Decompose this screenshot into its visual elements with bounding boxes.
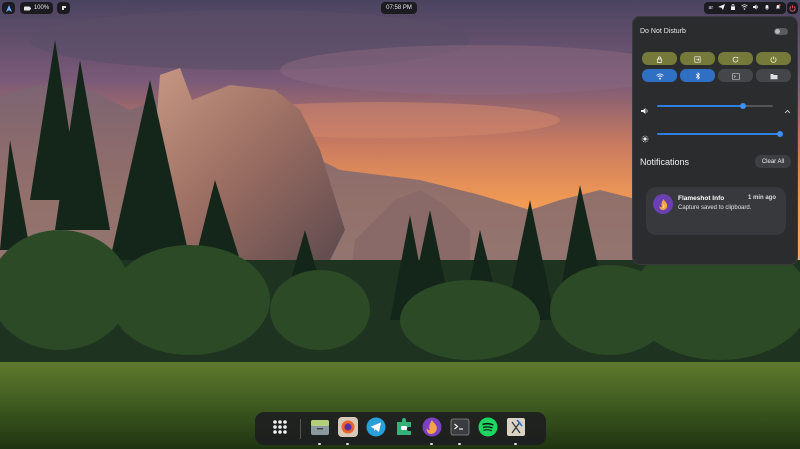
dock-telegram[interactable] <box>365 417 387 442</box>
notification-card[interactable]: Flameshot Info 1 min ago Capture saved t… <box>646 187 786 235</box>
wifi-toggle[interactable] <box>642 69 677 82</box>
volume-knob[interactable] <box>740 102 746 109</box>
terminal-icon <box>731 67 740 85</box>
brightness-knob[interactable] <box>777 130 783 137</box>
xournal-icon <box>506 417 526 442</box>
brightness-track-filled <box>657 133 779 135</box>
notification-time: 1 min ago <box>747 195 776 201</box>
power-menu-button[interactable] <box>787 2 798 14</box>
battery-indicator[interactable]: 100% <box>20 2 53 14</box>
terminal-icon <box>450 417 470 442</box>
dock-spotify[interactable] <box>477 417 499 442</box>
dock-extension-manager[interactable] <box>393 417 415 442</box>
dnd-row: Do Not Disturb <box>640 25 790 37</box>
bluetooth-toggle[interactable] <box>680 69 715 82</box>
volume-track-rest <box>743 105 773 107</box>
system-status-area[interactable]: ar <box>703 2 786 14</box>
bluetooth-icon <box>695 67 701 85</box>
logout-button[interactable] <box>680 52 715 65</box>
spotify-icon <box>478 417 498 442</box>
activities-button[interactable] <box>2 2 15 14</box>
top-bar: 100% 07:58 PM ar <box>0 0 800 15</box>
dock-xournal[interactable] <box>505 417 527 445</box>
dock-files[interactable] <box>309 417 331 445</box>
firefox-icon <box>338 416 358 442</box>
battery-percentage: 100% <box>33 5 50 11</box>
clock-label: 07:58 PM <box>386 5 412 11</box>
lock-button[interactable] <box>642 52 677 65</box>
wifi-icon <box>655 67 664 85</box>
volume-slider[interactable] <box>641 101 791 114</box>
wifi-icon <box>741 4 748 12</box>
brightness-icon <box>641 130 649 148</box>
folder-icon <box>770 67 778 85</box>
lock-icon <box>656 50 663 68</box>
extension-manager-icon <box>394 417 414 442</box>
send-icon <box>718 4 725 12</box>
dock <box>255 412 546 445</box>
app-grid-button[interactable] <box>269 418 291 440</box>
quick-settings-panel: Do Not Disturb Notifications Clear All F… <box>632 16 798 265</box>
dnd-toggle[interactable] <box>774 27 788 35</box>
logout-icon <box>694 50 701 68</box>
flameshot-icon <box>422 417 442 442</box>
brightness-slider[interactable] <box>641 129 791 143</box>
dock-terminal[interactable] <box>449 417 471 445</box>
shutdown-button[interactable] <box>756 52 791 65</box>
clear-all-button[interactable]: Clear All <box>755 155 791 168</box>
clock[interactable]: 07:58 PM <box>381 2 417 14</box>
dock-firefox[interactable] <box>337 416 359 445</box>
telegram-icon <box>366 417 386 442</box>
app-grid-icon <box>272 419 288 440</box>
vpn-icon <box>730 4 736 12</box>
bell-icon <box>775 4 781 12</box>
restart-button[interactable] <box>718 52 753 65</box>
files-button[interactable] <box>756 69 791 82</box>
tray-button[interactable] <box>57 2 70 14</box>
dock-separator <box>300 419 301 439</box>
notification-bell-icon <box>764 4 770 12</box>
volume-track-filled <box>657 105 743 107</box>
chevron-up-icon[interactable] <box>784 102 791 120</box>
volume-icon <box>641 102 649 120</box>
dock-flameshot[interactable] <box>421 417 443 445</box>
running-indicator <box>346 443 349 445</box>
notifications-heading: Notifications <box>640 157 690 167</box>
keyboard-layout-indicator[interactable]: ar <box>709 5 713 11</box>
restart-icon <box>732 50 739 68</box>
files-icon <box>310 417 330 442</box>
notification-body: Capture saved to clipboard. <box>678 205 752 211</box>
running-indicator <box>430 443 433 445</box>
arch-logo-icon <box>5 4 12 12</box>
volume-icon <box>753 4 759 12</box>
battery-icon <box>23 6 31 11</box>
flameshot-icon <box>653 194 673 214</box>
running-indicator <box>318 443 321 445</box>
running-indicator <box>458 443 461 445</box>
extension-icon <box>61 5 67 11</box>
dnd-label: Do Not Disturb <box>640 27 686 35</box>
terminal-button[interactable] <box>718 69 753 82</box>
notification-app-name: Flameshot Info <box>678 195 725 202</box>
power-icon <box>789 0 796 17</box>
power-icon <box>770 50 777 68</box>
running-indicator <box>514 443 517 445</box>
